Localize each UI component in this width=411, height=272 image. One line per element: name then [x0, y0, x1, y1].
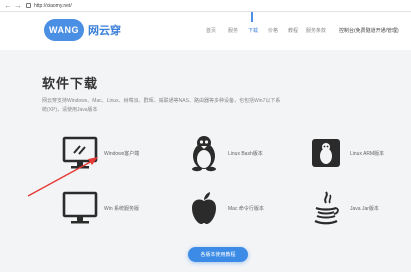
back-arrow-icon[interactable]: ←: [4, 1, 12, 10]
linux-penguin-icon: [184, 133, 224, 173]
nav-item-terms[interactable]: 服务条款: [306, 27, 326, 34]
monitor-icon: [60, 188, 100, 228]
forward-arrow-icon[interactable]: →: [14, 1, 22, 10]
tutorial-button[interactable]: 各版本使用教程: [188, 247, 248, 262]
logo[interactable]: WANG: [44, 19, 84, 41]
page: ← → http://xiaomy.net/ WANG 网云穿 首页 服务 下载…: [0, 0, 411, 272]
address-bar[interactable]: http://xiaomy.net/: [26, 1, 72, 10]
download-label[interactable]: Linux ARM版本: [350, 150, 384, 157]
download-mac[interactable]: Mac 命令行版本: [184, 188, 264, 228]
download-label[interactable]: Java Jar版本: [350, 205, 379, 212]
nav-item-download[interactable]: 下载: [248, 27, 258, 34]
download-java[interactable]: Java Jar版本: [306, 188, 379, 228]
nav-active-indicator: [251, 12, 253, 22]
download-linux-arm[interactable]: Linux ARM版本: [306, 133, 384, 173]
download-label[interactable]: Linux Bash版本: [228, 150, 263, 157]
lock-icon: [26, 3, 31, 8]
monitor-active-icon: [60, 133, 100, 173]
apple-icon: [184, 188, 224, 228]
page-title: 软件下载: [42, 76, 99, 91]
nav-item-price[interactable]: 价格: [268, 27, 278, 34]
nav-item-home[interactable]: 首页: [206, 27, 216, 34]
download-win-service[interactable]: Win 系统服务版: [60, 188, 139, 228]
download-windows[interactable]: Windows客户端: [60, 133, 139, 173]
download-label[interactable]: Windows客户端: [104, 150, 139, 157]
site-name[interactable]: 网云穿: [88, 22, 121, 38]
nav-item-tutorial[interactable]: 教程: [288, 27, 298, 34]
download-label[interactable]: Win 系统服务版: [104, 205, 139, 212]
browser-bar: ← → http://xiaomy.net/: [0, 0, 411, 12]
console-link[interactable]: 控制台(免费隧道开通/管理): [339, 27, 399, 34]
java-icon: [306, 188, 346, 228]
download-label[interactable]: Mac 命令行版本: [228, 205, 264, 212]
arm-linux-icon: [306, 133, 346, 173]
nav-item-service[interactable]: 服务: [228, 27, 238, 34]
download-linux-bash[interactable]: Linux Bash版本: [184, 133, 263, 173]
page-description: 网云穿支持Windows、Mac、Linux、树莓派、群晖、威联通等NAS、路由…: [42, 98, 281, 113]
url-text[interactable]: http://xiaomy.net/: [34, 3, 72, 9]
